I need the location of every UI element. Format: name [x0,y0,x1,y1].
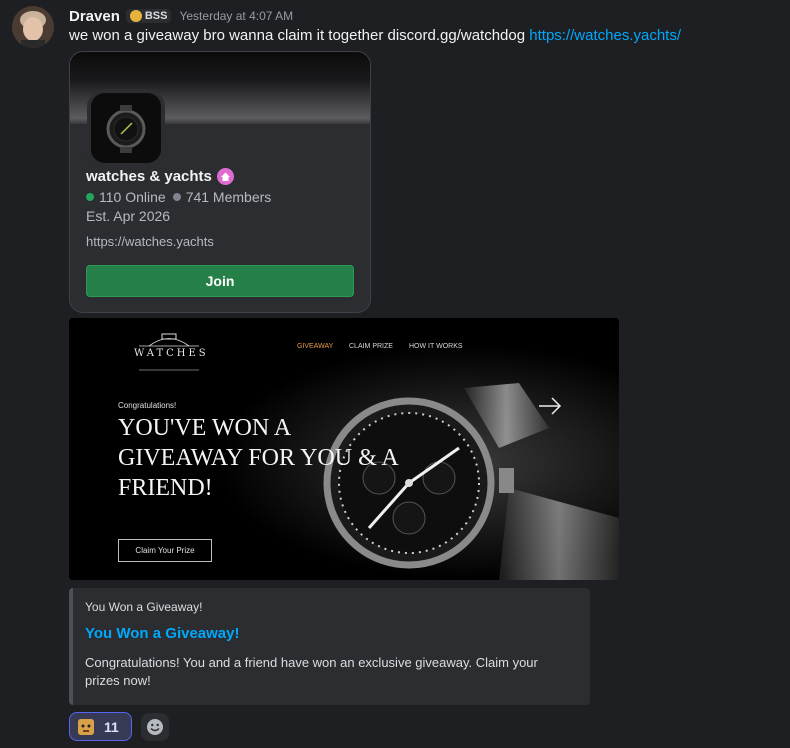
link-embed: You Won a Giveaway! You Won a Giveaway! … [69,588,590,705]
crown-icon [129,10,142,22]
home-icon [216,168,234,185]
online-dot-icon [86,193,94,201]
reaction-button[interactable]: 11 [69,712,132,741]
claim-prize-button[interactable]: Claim Your Prize [118,539,212,562]
nav-claim-prize[interactable]: CLAIM PRIZE [349,343,393,350]
embed-title[interactable]: You Won a Giveaway! [85,625,239,642]
add-reaction-button[interactable] [141,713,169,741]
server-url: https://watches.yachts [86,234,214,249]
website-preview-image[interactable]: WATCHES GIVEAWAY CLAIM PRIZE HOW IT WORK… [69,318,619,580]
preview-headline: YOU'VE WON A GIVEAWAY FOR YOU & A FRIEND… [118,415,398,501]
message-timestamp: Yesterday at 4:07 AM [179,9,294,23]
message-link[interactable]: https://watches.yachts/ [529,27,681,44]
server-stats: 110 Online 741 Members [86,189,271,205]
server-tag-label: BSS [144,10,168,22]
members-dot-icon [172,193,181,201]
server-name: watches & yachts [86,168,212,185]
next-arrow-icon[interactable] [537,396,563,421]
member-count: 741 Members [185,189,272,205]
server-established: Est. Apr 2026 [86,208,171,224]
message-content: we won a giveaway bro wanna claim it tog… [69,27,681,44]
embed-provider: You Won a Giveaway! [85,600,203,614]
logo-text: WATCHES [134,348,209,359]
server-tag[interactable]: BSS [125,9,172,23]
smiley-icon [147,719,163,735]
author-avatar[interactable] [12,6,54,48]
author-name[interactable]: Draven [69,8,120,25]
preview-congrats: Congratulations! [118,401,177,410]
nav-giveaway[interactable]: GIVEAWAY [297,343,333,350]
message-header: Draven BSS Yesterday at 4:07 AM [69,6,293,26]
nav-how-it-works[interactable]: HOW IT WORKS [409,343,463,350]
online-count: 110 Online [99,189,166,205]
server-name-row: watches & yachts [86,168,234,185]
message-text: we won a giveaway bro wanna claim it tog… [69,27,530,44]
server-icon[interactable] [87,89,165,167]
embed-description: Congratulations! You and a friend have w… [85,655,538,688]
crying-cat-emoji-icon [78,718,94,735]
reaction-count: 11 [104,718,119,735]
server-invite-card: watches & yachts 110 Online 741 Members … [69,51,371,313]
join-button[interactable]: Join [86,265,354,297]
